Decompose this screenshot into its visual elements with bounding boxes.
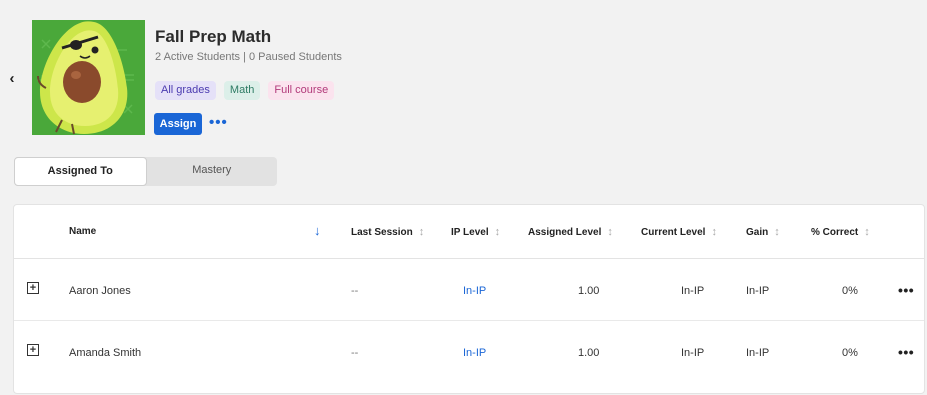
course-title: Fall Prep Math xyxy=(155,27,272,46)
ip-level[interactable]: In-IP xyxy=(463,347,486,359)
tab-bar: Assigned To Mastery xyxy=(14,157,277,186)
tag-subject: Math xyxy=(223,81,261,100)
row-more-options-icon[interactable]: ••• xyxy=(898,282,914,298)
expand-row-icon[interactable]: + xyxy=(27,282,39,294)
percent-correct: 0% xyxy=(842,285,858,297)
sort-icon: ↕ xyxy=(494,226,501,238)
assigned-level: 1.00 xyxy=(578,285,600,297)
gain: In-IP xyxy=(746,347,770,359)
col-header-assigned-level-label: Assigned Level xyxy=(528,227,602,238)
sort-icon: ↕ xyxy=(418,226,425,238)
course-thumbnail xyxy=(32,20,145,135)
expand-row-icon[interactable]: + xyxy=(27,344,39,356)
sort-icon: ↕ xyxy=(774,226,780,238)
current-level: In-IP xyxy=(681,347,705,359)
percent-correct: 0% xyxy=(842,347,858,359)
tag-grade: All grades xyxy=(155,81,216,100)
last-session: -- xyxy=(351,347,359,359)
gain: In-IP xyxy=(746,285,770,297)
sort-icon: ↕ xyxy=(864,226,870,238)
student-count-subtitle: 2 Active Students | 0 Paused Students xyxy=(155,51,342,63)
col-header-last-session[interactable]: Last Session ↕ xyxy=(351,226,424,238)
more-options-icon[interactable]: ••• xyxy=(209,114,228,131)
tab-assigned-to[interactable]: Assigned To xyxy=(14,157,147,186)
students-table: Name ↓ Last Session ↕ IP Level ↕ Assigned … xyxy=(13,204,925,394)
row-more-options-icon[interactable]: ••• xyxy=(898,344,914,360)
col-header-name[interactable]: Name xyxy=(69,226,96,237)
assign-button[interactable]: Assign xyxy=(154,113,202,135)
table-header: Name ↓ Last Session ↕ IP Level ↕ Assigned … xyxy=(14,205,924,259)
col-header-gain-label: Gain xyxy=(746,227,769,238)
tag-list: All grades Math Full course xyxy=(155,81,335,100)
col-header-percent-correct-label: % Correct xyxy=(811,227,859,238)
col-header-ip-level-label: IP Level xyxy=(451,227,489,238)
table-row: + Amanda Smith -- In-IP 1.00 In-IP In-IP… xyxy=(14,321,924,383)
current-level: In-IP xyxy=(681,285,705,297)
tab-mastery[interactable]: Mastery xyxy=(147,157,278,186)
last-session: -- xyxy=(351,285,359,297)
col-header-percent-correct[interactable]: % Correct ↕ xyxy=(811,226,870,238)
student-name[interactable]: Amanda Smith xyxy=(69,347,141,359)
col-header-last-session-label: Last Session xyxy=(351,227,413,238)
ip-level[interactable]: In-IP xyxy=(463,285,486,297)
col-header-assigned-level[interactable]: Assigned Level ↕ xyxy=(528,226,613,238)
col-header-current-level[interactable]: Current Level ↕ xyxy=(641,226,717,238)
tag-course: Full course xyxy=(268,81,335,100)
col-header-current-level-label: Current Level xyxy=(641,227,706,238)
col-header-name-label: Name xyxy=(69,226,97,237)
sort-icon: ↕ xyxy=(607,226,613,238)
assigned-level: 1.00 xyxy=(578,347,600,359)
col-header-ip-level[interactable]: IP Level ↕ xyxy=(451,226,500,238)
student-name[interactable]: Aaron Jones xyxy=(69,285,131,297)
sort-descending-icon[interactable]: ↓ xyxy=(314,223,321,238)
sort-icon: ↕ xyxy=(711,226,717,238)
back-chevron-icon[interactable]: ‹ xyxy=(5,70,19,88)
col-header-gain[interactable]: Gain ↕ xyxy=(746,226,780,238)
avocado-illustration xyxy=(32,20,145,135)
table-row: + Aaron Jones -- In-IP 1.00 In-IP In-IP … xyxy=(14,259,924,321)
